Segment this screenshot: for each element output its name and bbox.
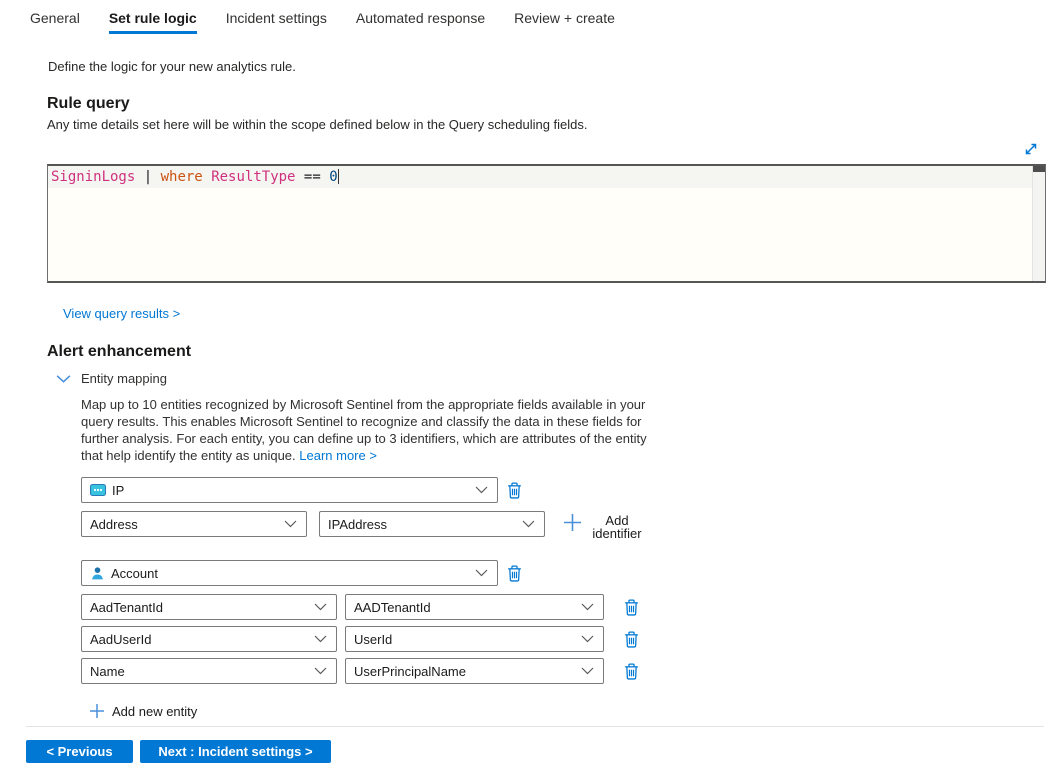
footer-divider: [26, 726, 1044, 727]
query-token: SigninLogs: [51, 169, 135, 185]
delete-entity-button[interactable]: [504, 562, 524, 584]
dropdown-value: AadTenantId: [90, 600, 163, 615]
chevron-down-icon: [475, 569, 488, 577]
add-new-entity-label: Add new entity: [112, 704, 197, 719]
chevron-down-icon: [314, 603, 327, 611]
editor-scrollbar-thumb[interactable]: [1033, 166, 1045, 172]
tab-general[interactable]: General: [30, 10, 80, 34]
entity-type-dropdown-ip[interactable]: IP: [81, 477, 498, 503]
query-token: ==: [304, 169, 321, 185]
identifier-value-dropdown[interactable]: UserId: [345, 626, 604, 652]
add-identifier-button[interactable]: Add identifier: [563, 513, 645, 540]
dropdown-value: UserPrincipalName: [354, 664, 466, 679]
entity-type-dropdown-account[interactable]: Account: [81, 560, 498, 586]
query-token: |: [135, 169, 160, 185]
query-token: [295, 169, 303, 185]
entity-mapping-expander[interactable]: Entity mapping: [55, 370, 167, 387]
dropdown-value: AadUserId: [90, 632, 151, 647]
rule-query-title: Rule query: [47, 95, 130, 113]
view-query-results-link[interactable]: View query results >: [63, 306, 180, 321]
delete-identifier-button[interactable]: [621, 660, 641, 682]
learn-more-link[interactable]: Learn more >: [299, 448, 377, 463]
chevron-down-icon: [475, 486, 488, 494]
delete-identifier-button[interactable]: [621, 596, 641, 618]
identifier-field-dropdown[interactable]: AadTenantId: [81, 594, 337, 620]
chevron-down-icon: [314, 667, 327, 675]
dropdown-value: IP: [112, 483, 124, 498]
editor-scrollbar[interactable]: [1032, 166, 1045, 281]
add-new-entity-button[interactable]: Add new entity: [89, 703, 197, 724]
dropdown-value: UserId: [354, 632, 392, 647]
chevron-down-icon: [581, 603, 594, 611]
expand-editor-icon[interactable]: [1021, 139, 1041, 159]
chevron-down-icon: [581, 635, 594, 643]
alert-enhancement-title: Alert enhancement: [47, 343, 191, 361]
plus-icon: [563, 513, 582, 537]
identifier-field-dropdown[interactable]: AadUserId: [81, 626, 337, 652]
chevron-down-icon: [522, 520, 535, 528]
delete-entity-button[interactable]: [504, 479, 524, 501]
identifier-field-dropdown[interactable]: Name: [81, 658, 337, 684]
identifier-value-dropdown[interactable]: AADTenantId: [345, 594, 604, 620]
chevron-down-icon: [314, 635, 327, 643]
person-icon: [90, 566, 105, 581]
set-rule-logic-page: General Set rule logic Incident settings…: [0, 0, 1058, 778]
tab-set-rule-logic[interactable]: Set rule logic: [109, 10, 197, 34]
text-cursor: [338, 169, 339, 184]
plus-icon: [89, 703, 105, 724]
add-identifier-label: Add identifier: [589, 514, 645, 540]
entity-mapping-label: Entity mapping: [81, 371, 167, 386]
rule-query-subtitle: Any time details set here will be within…: [47, 117, 588, 132]
query-token: [203, 169, 211, 185]
ip-icon: [90, 484, 106, 496]
wizard-tabs: General Set rule logic Incident settings…: [30, 10, 644, 34]
query-token: 0: [329, 169, 337, 185]
tab-automated-response[interactable]: Automated response: [356, 10, 485, 34]
tab-review-create[interactable]: Review + create: [514, 10, 615, 34]
dropdown-value: IPAddress: [328, 517, 387, 532]
identifier-value-dropdown[interactable]: IPAddress: [319, 511, 545, 537]
query-editor[interactable]: SigninLogs | where ResultType == 0: [47, 164, 1046, 283]
next-incident-settings-button[interactable]: Next : Incident settings >: [140, 740, 331, 763]
query-token: where: [161, 169, 203, 185]
chevron-down-icon: [284, 520, 297, 528]
dropdown-value: AADTenantId: [354, 600, 431, 615]
identifier-field-dropdown[interactable]: Address: [81, 511, 307, 537]
query-code[interactable]: SigninLogs | where ResultType == 0: [51, 168, 1029, 187]
chevron-down-icon: [581, 667, 594, 675]
query-token: ResultType: [211, 169, 295, 185]
page-description: Define the logic for your new analytics …: [48, 59, 296, 74]
identifier-value-dropdown[interactable]: UserPrincipalName: [345, 658, 604, 684]
dropdown-value: Address: [90, 517, 138, 532]
tab-incident-settings[interactable]: Incident settings: [226, 10, 327, 34]
delete-identifier-button[interactable]: [621, 628, 641, 650]
dropdown-value: Name: [90, 664, 125, 679]
previous-button[interactable]: < Previous: [26, 740, 133, 763]
entity-mapping-description: Map up to 10 entities recognized by Micr…: [81, 396, 655, 464]
chevron-down-icon: [55, 370, 72, 387]
query-token: [321, 169, 329, 185]
dropdown-value: Account: [111, 566, 158, 581]
